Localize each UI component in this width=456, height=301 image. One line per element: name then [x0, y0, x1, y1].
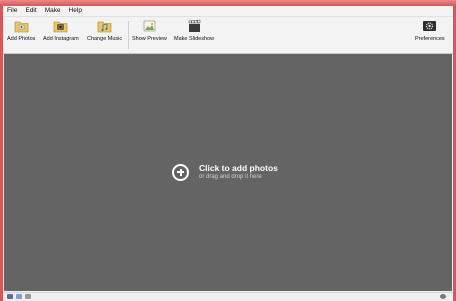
drop-title: Click to add photos: [199, 163, 278, 173]
make-slideshow-label: Make Slideshow: [174, 36, 215, 42]
add-photos-prompt[interactable]: Click to add photos or drag and drop it …: [172, 163, 278, 181]
menu-edit[interactable]: Edit: [21, 6, 40, 16]
menu-make[interactable]: Make: [41, 6, 65, 16]
add-photos-button[interactable]: Add Photos: [7, 19, 35, 42]
menu-help[interactable]: Help: [65, 6, 86, 16]
drop-subtitle: or drag and drop it here: [199, 174, 262, 180]
instagram-camera-icon: [53, 19, 68, 33]
menu-file[interactable]: File: [3, 6, 21, 16]
make-slideshow-button[interactable]: Make Slideshow: [174, 19, 214, 42]
app-window: File Edit Make Help Add Photos Add Insta…: [3, 6, 453, 301]
add-instagram-button[interactable]: Add Instagram: [43, 19, 79, 42]
show-preview-button[interactable]: Show Preview: [132, 19, 167, 42]
preferences-button[interactable]: Preferences: [415, 19, 445, 42]
change-music-label: Change Music: [87, 36, 123, 42]
folder-photo-icon: [14, 19, 29, 33]
add-photos-label: Add Photos: [7, 36, 36, 42]
clapperboard-icon: [187, 19, 202, 33]
photo-drop-area[interactable]: Click to add photos or drag and drop it …: [4, 54, 452, 291]
music-note-icon: [97, 19, 112, 33]
menu-bar: File Edit Make Help: [3, 6, 453, 17]
toolbar: Add Photos Add Instagram Change Music Sh…: [3, 17, 453, 54]
toolbar-separator: [128, 21, 129, 49]
settings-icon[interactable]: [440, 294, 446, 299]
preview-picture-icon: [142, 19, 157, 33]
preferences-label: Preferences: [415, 36, 445, 42]
facebook-icon[interactable]: [7, 294, 13, 299]
change-music-button[interactable]: Change Music: [87, 19, 122, 42]
gear-icon: [422, 19, 437, 33]
twitter-icon[interactable]: [16, 294, 22, 299]
add-circle-icon[interactable]: [172, 163, 189, 181]
show-preview-label: Show Preview: [132, 36, 167, 42]
share-icon[interactable]: [25, 294, 31, 299]
add-instagram-label: Add Instagram: [43, 36, 79, 42]
